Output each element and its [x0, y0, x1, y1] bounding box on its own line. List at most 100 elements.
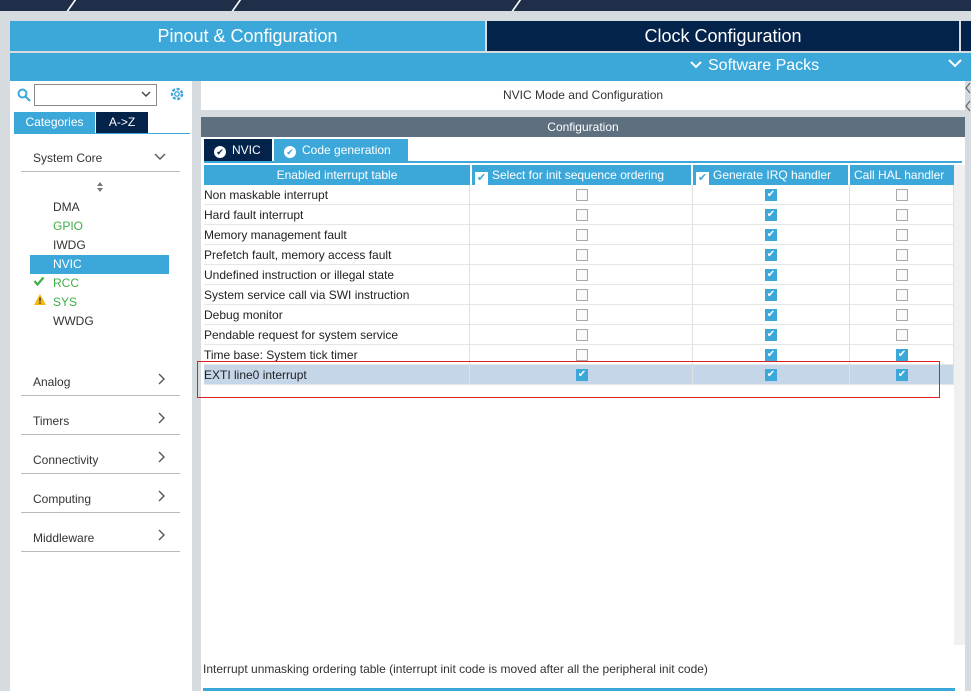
interrupt-name: Hard fault interrupt [204, 205, 470, 225]
table-row[interactable]: Undefined instruction or illegal state ✔ [204, 265, 954, 285]
table-row[interactable]: Memory management fault ✔ [204, 225, 954, 245]
init-order-checkbox[interactable] [576, 269, 588, 281]
generate-irq-checkbox[interactable]: ✔ [765, 209, 777, 221]
chevron-down-icon [690, 57, 702, 75]
group-system-core[interactable]: System Core [21, 144, 180, 172]
generate-irq-checkbox[interactable]: ✔ [765, 269, 777, 281]
header-checkbox[interactable]: ✔ [696, 172, 709, 185]
table-cell: ✔ [693, 285, 850, 305]
interrupt-name: Pendable request for system service [204, 325, 470, 345]
software-packs-bar[interactable]: Software Packs [10, 53, 971, 81]
call-hal-checkbox[interactable] [896, 269, 908, 281]
sort-icon[interactable] [96, 181, 104, 194]
init-order-checkbox[interactable] [576, 249, 588, 261]
tab-label: Code generation [302, 143, 391, 157]
tab-categories[interactable]: Categories [14, 112, 95, 133]
call-hal-checkbox[interactable] [896, 289, 908, 301]
table-row[interactable]: System service call via SWI instruction ✔ [204, 285, 954, 305]
generate-irq-checkbox[interactable]: ✔ [765, 329, 777, 341]
table-row[interactable]: Pendable request for system service ✔ [204, 325, 954, 345]
tab-code-generation[interactable]: ✔ Code generation [274, 139, 408, 161]
table-cell: ✔ [693, 185, 850, 205]
table-row[interactable]: Non maskable interrupt ✔ [204, 185, 954, 205]
tab-clock-configuration[interactable]: Clock Configuration [487, 21, 959, 51]
generate-irq-checkbox[interactable]: ✔ [765, 189, 777, 201]
group-connectivity[interactable]: Connectivity [21, 446, 180, 474]
init-order-checkbox[interactable] [576, 289, 588, 301]
column-header-interrupt[interactable]: Enabled interrupt table [204, 165, 470, 185]
table-cell [850, 305, 954, 325]
generate-irq-checkbox[interactable]: ✔ [765, 249, 777, 261]
call-hal-checkbox[interactable] [896, 329, 908, 341]
init-order-checkbox[interactable] [576, 329, 588, 341]
table-row[interactable]: Prefetch fault, memory access fault ✔ [204, 245, 954, 265]
warning-icon [33, 293, 47, 312]
interrupt-name: Undefined instruction or illegal state [204, 265, 470, 285]
chevron-down-icon[interactable] [948, 56, 962, 74]
generate-irq-checkbox[interactable]: ✔ [765, 289, 777, 301]
sidebar-item-wwdg[interactable]: WWDG [30, 312, 169, 331]
group-timers[interactable]: Timers [21, 407, 180, 435]
check-circle-icon: ✔ [284, 146, 296, 158]
init-order-checkbox[interactable] [576, 209, 588, 221]
column-header-call-hal[interactable]: Call HAL handler [850, 165, 954, 185]
strip-divider [62, 0, 80, 11]
tab-a-to-z[interactable]: A->Z [96, 112, 148, 133]
table-cell [471, 265, 693, 285]
generate-irq-checkbox[interactable]: ✔ [765, 349, 777, 361]
init-order-checkbox[interactable] [576, 229, 588, 241]
group-middleware[interactable]: Middleware [21, 524, 180, 552]
chevron-down-icon [154, 148, 166, 164]
chevron-right-icon [156, 489, 166, 505]
group-label: Computing [33, 492, 92, 506]
search-input[interactable] [34, 84, 157, 106]
sidebar-item-dma[interactable]: DMA [30, 198, 169, 217]
sidebar-item-iwdg[interactable]: IWDG [30, 236, 169, 255]
header-label: Generate IRQ handler [713, 168, 832, 182]
tab-underline [14, 133, 190, 134]
table-row[interactable]: Debug monitor ✔ [204, 305, 954, 325]
table-cell [471, 185, 693, 205]
call-hal-checkbox[interactable] [896, 189, 908, 201]
strip-divider [227, 0, 245, 11]
group-label: Timers [33, 414, 70, 428]
init-order-checkbox[interactable] [576, 349, 588, 361]
sidebar-item-sys[interactable]: SYS [30, 293, 169, 312]
group-analog[interactable]: Analog [21, 368, 180, 396]
call-hal-checkbox[interactable] [896, 209, 908, 221]
interrupt-name: Memory management fault [204, 225, 470, 245]
chevron-right-icon [156, 450, 166, 466]
tab-pinout-configuration[interactable]: Pinout & Configuration [10, 21, 485, 51]
init-order-checkbox[interactable] [576, 309, 588, 321]
call-hal-checkbox[interactable] [896, 229, 908, 241]
generate-irq-checkbox[interactable]: ✔ [765, 309, 777, 321]
group-label: Middleware [33, 531, 95, 545]
sidebar-item-gpio[interactable]: GPIO [30, 217, 169, 236]
gear-icon[interactable] [168, 85, 186, 103]
call-hal-checkbox[interactable] [896, 309, 908, 321]
table-cell [471, 305, 693, 325]
call-hal-checkbox[interactable] [896, 249, 908, 261]
edge-handle[interactable] [965, 81, 971, 121]
vertical-scrollbar[interactable] [954, 165, 965, 645]
generate-irq-checkbox[interactable]: ✔ [765, 229, 777, 241]
main-tab-bar: Pinout & Configuration Clock Configurati… [0, 11, 971, 53]
chevron-right-icon [156, 528, 166, 544]
header-checkbox[interactable]: ✔ [475, 172, 488, 185]
column-header-generate-irq[interactable]: ✔ Generate IRQ handler [693, 165, 848, 185]
sidebar-item-rcc[interactable]: RCC [30, 274, 169, 293]
tab-overflow[interactable] [961, 21, 971, 51]
sidebar-item-nvic[interactable]: NVIC [30, 255, 169, 274]
chevron-down-icon[interactable] [141, 87, 151, 101]
table-header: Enabled interrupt table ✔ Select for init… [204, 165, 954, 185]
search-icon[interactable] [17, 88, 31, 102]
init-order-checkbox[interactable] [576, 189, 588, 201]
group-computing[interactable]: Computing [21, 485, 180, 513]
call-hal-checkbox[interactable]: ✔ [896, 349, 908, 361]
table-cell: ✔ [693, 305, 850, 325]
chevron-right-icon [156, 411, 166, 427]
sidebar-item-label: WWDG [53, 314, 94, 328]
tab-nvic[interactable]: ✔ NVIC [204, 139, 272, 161]
column-header-init-order[interactable]: ✔ Select for init sequence ordering [472, 165, 691, 185]
table-row[interactable]: Hard fault interrupt ✔ [204, 205, 954, 225]
